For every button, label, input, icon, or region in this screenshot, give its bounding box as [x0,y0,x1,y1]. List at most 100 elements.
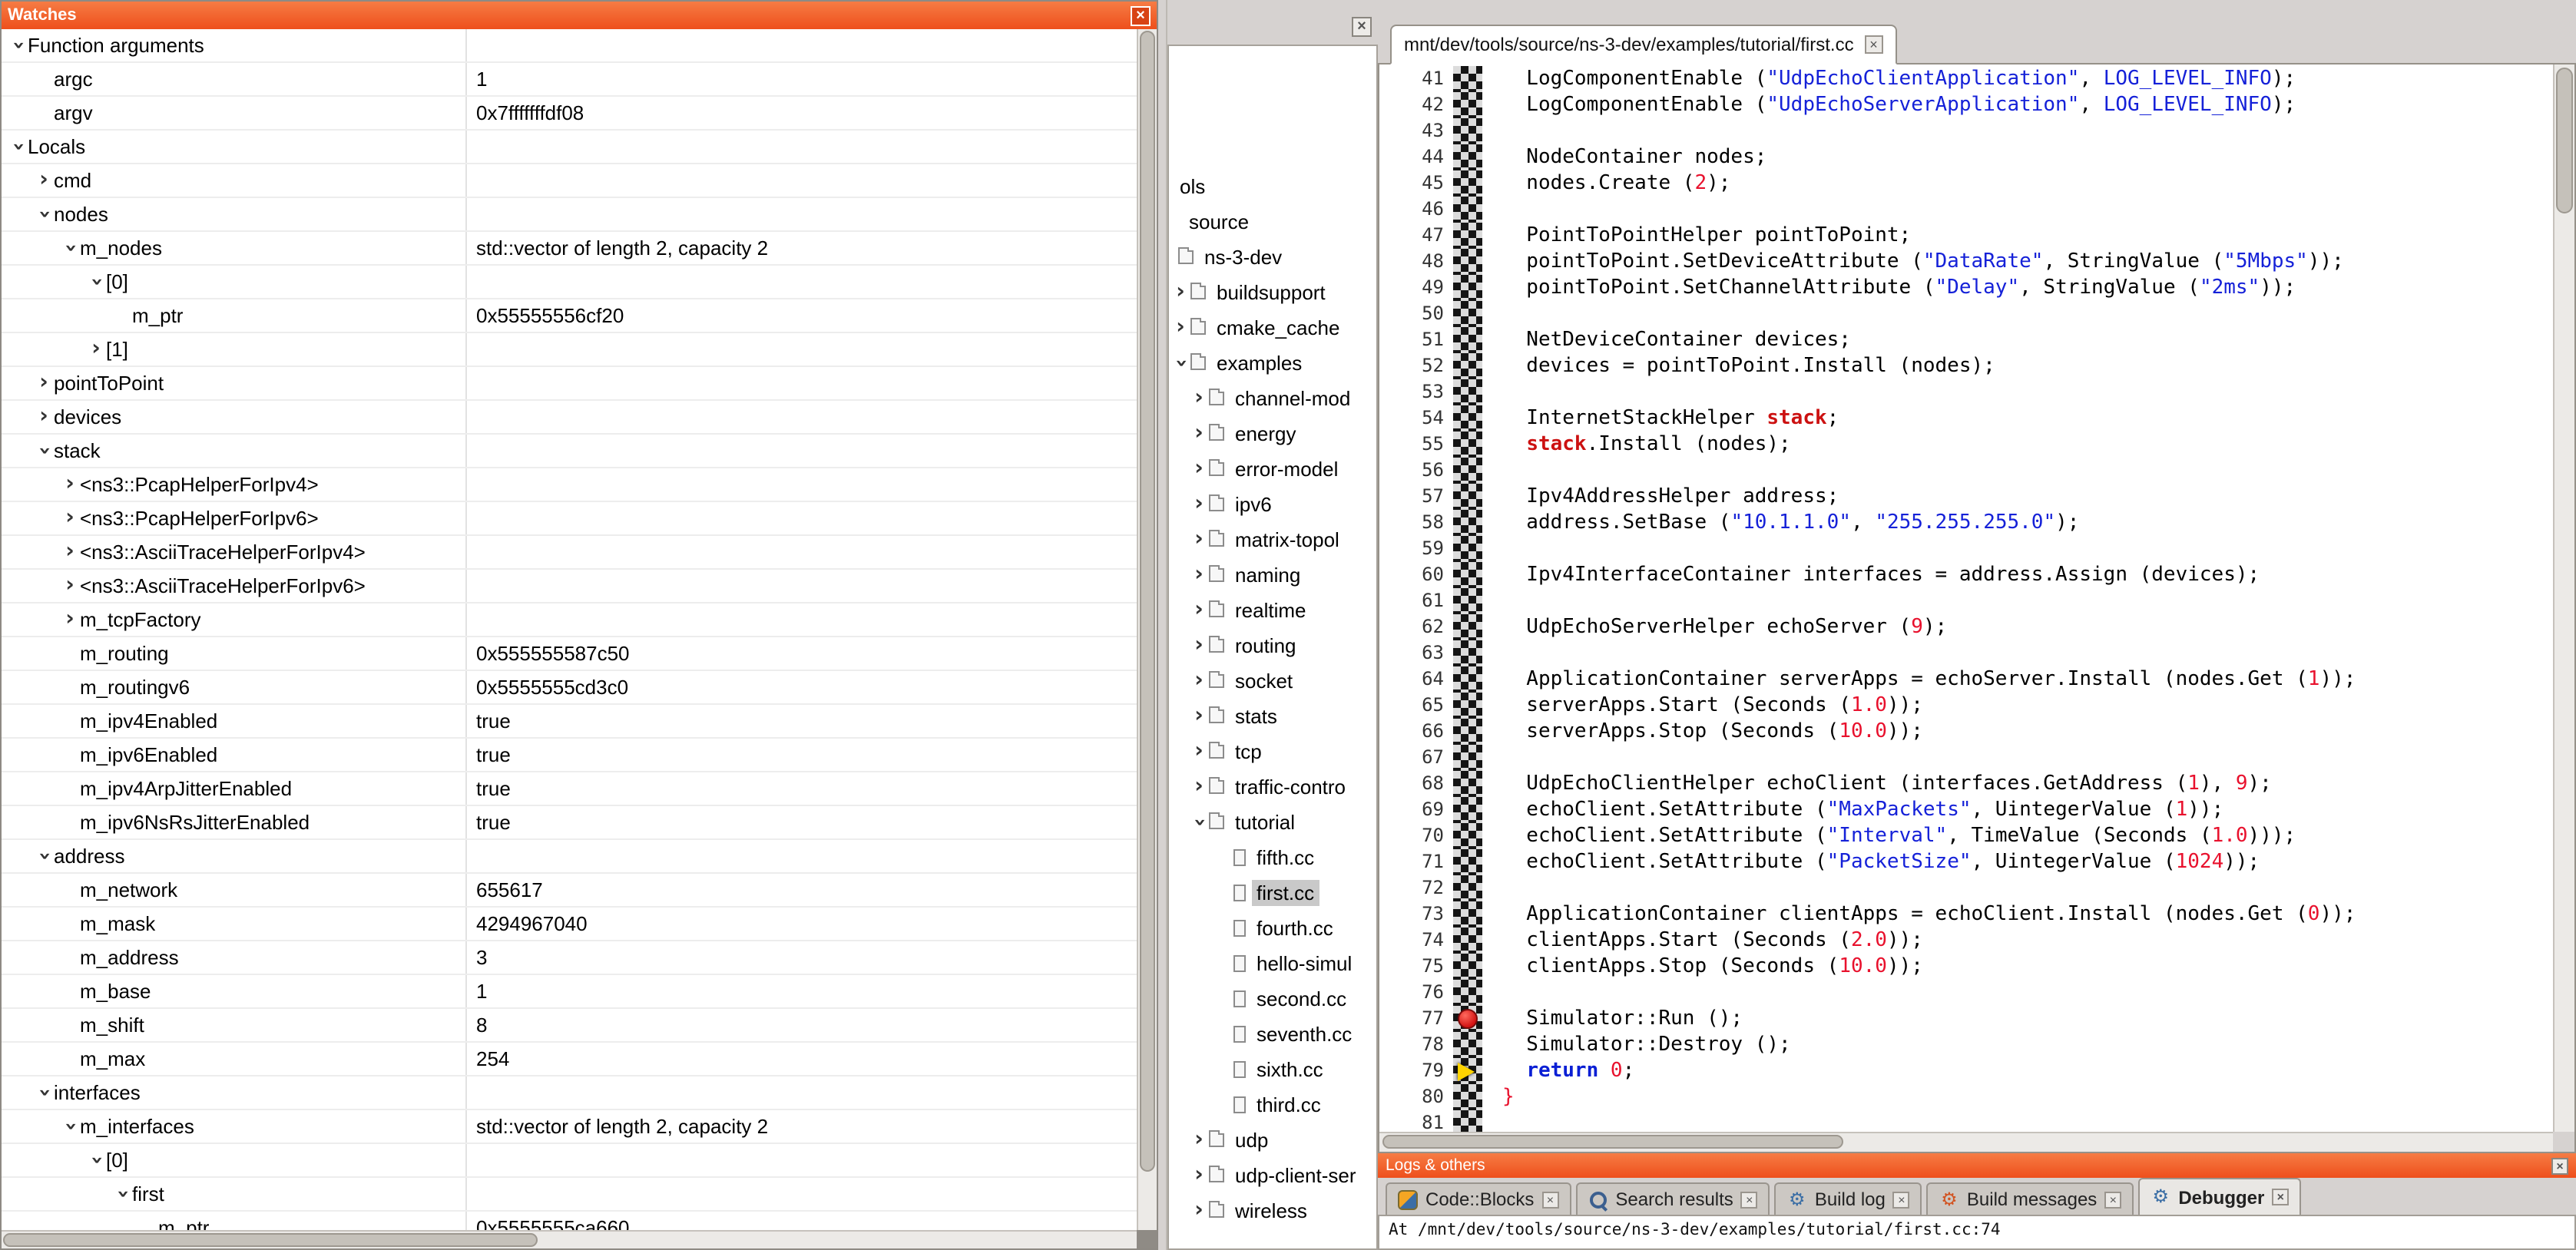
code-line[interactable]: 68 UdpEchoClientHelper echoClient (inter… [1379,771,2553,797]
watch-row[interactable]: ›cmd [2,164,1137,198]
code-line[interactable]: 80} [1379,1084,2553,1110]
project-tree-item[interactable]: ›examples [1169,346,1376,381]
collapse-icon[interactable]: › [8,35,28,55]
watches-horizontal-scrollbar[interactable] [2,1230,1137,1248]
tab-close-icon[interactable]: × [1865,35,1883,54]
breakpoint-margin[interactable] [1453,327,1482,353]
code-line[interactable]: 45 nodes.Create (2); [1379,170,2553,197]
scrollbar-thumb[interactable] [2556,68,2573,213]
breakpoint-margin[interactable] [1453,849,1482,875]
expand-icon[interactable]: › [1189,706,1209,726]
code-line[interactable]: 61 [1379,588,2553,614]
code-line[interactable]: 63 [1379,640,2553,666]
scrollbar-thumb[interactable] [1140,31,1155,1172]
expand-icon[interactable]: › [1189,459,1209,479]
tab-close-icon[interactable]: × [2104,1191,2121,1208]
breakpoint-margin[interactable] [1453,771,1482,797]
watch-row[interactable]: m_ptr0x55555556cf20 [2,299,1137,333]
watch-row[interactable]: ›pointToPoint [2,367,1137,401]
breakpoint-margin[interactable] [1453,536,1482,562]
project-tree-item[interactable]: ›traffic-contro [1169,769,1376,805]
collapse-icon[interactable]: › [60,1116,80,1136]
code-line[interactable]: 70 echoClient.SetAttribute ("Interval", … [1379,823,2553,849]
project-tree-item[interactable]: first.cc [1169,875,1376,911]
logs-tab-code-blocks[interactable]: Code::Blocks× [1386,1182,1571,1215]
expand-icon[interactable]: › [1189,1201,1209,1221]
logs-tab-debugger[interactable]: ⚙Debugger× [2138,1178,2301,1215]
watch-row[interactable]: ›[0] [2,1144,1137,1178]
expand-icon[interactable]: › [60,610,80,630]
code-line[interactable]: 69 echoClient.SetAttribute ("MaxPackets"… [1379,797,2553,823]
watch-row[interactable]: ›m_tcpFactory [2,604,1137,637]
expand-icon[interactable]: › [1170,283,1190,303]
expand-icon[interactable]: › [1189,494,1209,514]
breakpoint-margin[interactable] [1453,614,1482,640]
code-line[interactable]: 72 [1379,875,2553,901]
code-line[interactable]: 81 [1379,1110,2553,1132]
expand-icon[interactable]: › [1170,318,1190,338]
project-tree-item[interactable]: hello-simul [1169,946,1376,981]
watch-row[interactable]: m_ptr0x5555555ca660 [2,1212,1137,1230]
breakpoint-margin[interactable] [1453,562,1482,588]
expand-icon[interactable]: › [60,542,80,562]
watch-row[interactable]: ›devices [2,401,1137,435]
watch-row[interactable]: m_ipv4ArpJitterEnabledtrue [2,772,1137,806]
breakpoint-margin[interactable] [1453,1084,1482,1110]
code-line[interactable]: 66 serverApps.Stop (Seconds (10.0)); [1379,719,2553,745]
code-line[interactable]: 58 address.SetBase ("10.1.1.0", "255.255… [1379,510,2553,536]
expand-icon[interactable]: › [1189,636,1209,656]
watch-row[interactable]: ›Function arguments [2,29,1137,63]
watch-row[interactable]: ›nodes [2,198,1137,232]
expand-icon[interactable]: › [1189,565,1209,585]
watch-row[interactable]: ›m_interfacesstd::vector of length 2, ca… [2,1110,1137,1144]
logs-close-icon[interactable]: × [2551,1157,2568,1174]
project-tree-item[interactable]: third.cc [1169,1087,1376,1123]
breakpoint-margin[interactable] [1453,928,1482,954]
watch-row[interactable]: argv0x7fffffffdf08 [2,97,1137,131]
collapse-icon[interactable]: › [86,1150,106,1170]
code-line[interactable]: 79 return 0; [1379,1058,2553,1084]
project-tree-item[interactable]: ›cmake_cache [1169,310,1376,346]
watch-row[interactable]: ›stack [2,435,1137,468]
code-line[interactable]: 44 NodeContainer nodes; [1379,144,2553,170]
code-line[interactable]: 65 serverApps.Start (Seconds (1.0)); [1379,693,2553,719]
breakpoint-margin[interactable] [1453,432,1482,458]
breakpoint-margin[interactable] [1453,92,1482,118]
scrollbar-thumb[interactable] [3,1233,538,1247]
code-line[interactable]: 59 [1379,536,2553,562]
tab-close-icon[interactable]: × [1893,1191,1910,1208]
tab-close-icon[interactable]: × [1541,1191,1558,1208]
expand-icon[interactable]: › [1189,424,1209,444]
breakpoint-margin[interactable] [1453,875,1482,901]
project-tree-item[interactable]: ›realtime [1169,593,1376,628]
breakpoint-margin[interactable] [1453,1058,1482,1084]
collapse-icon[interactable]: › [34,1083,54,1103]
project-tree-item[interactable]: ›naming [1169,557,1376,593]
breakpoint-margin[interactable] [1453,693,1482,719]
collapse-icon[interactable]: › [34,846,54,866]
watch-row[interactable]: ›<ns3::PcapHelperForIpv4> [2,468,1137,502]
expand-icon[interactable]: › [1189,742,1209,762]
collapse-icon[interactable]: › [34,204,54,224]
breakpoint-margin[interactable] [1453,379,1482,405]
breakpoint-margin[interactable] [1453,223,1482,249]
tab-close-icon[interactable]: × [1741,1191,1758,1208]
breakpoint-margin[interactable] [1453,901,1482,928]
breakpoint-margin[interactable] [1453,484,1482,510]
code-line[interactable]: 47 PointToPointHelper pointToPoint; [1379,223,2553,249]
breakpoint-margin[interactable] [1453,1006,1482,1032]
breakpoint-margin[interactable] [1453,640,1482,666]
tab-close-icon[interactable]: × [2272,1189,2289,1205]
watch-row[interactable]: ›<ns3::PcapHelperForIpv6> [2,502,1137,536]
expand-icon[interactable]: › [86,339,106,359]
code-line[interactable]: 48 pointToPoint.SetDeviceAttribute ("Dat… [1379,249,2553,275]
breakpoint-margin[interactable] [1453,170,1482,197]
expand-icon[interactable]: › [1189,600,1209,620]
code-line[interactable]: 77 Simulator::Run (); [1379,1006,2553,1032]
collapse-icon[interactable]: › [112,1184,132,1204]
logs-tab-search-results[interactable]: Search results× [1575,1182,1770,1215]
watch-row[interactable]: ›[1] [2,333,1137,367]
expand-icon[interactable]: › [1189,530,1209,550]
watch-row[interactable]: m_ipv4Enabledtrue [2,705,1137,739]
code-line[interactable]: 51 NetDeviceContainer devices; [1379,327,2553,353]
